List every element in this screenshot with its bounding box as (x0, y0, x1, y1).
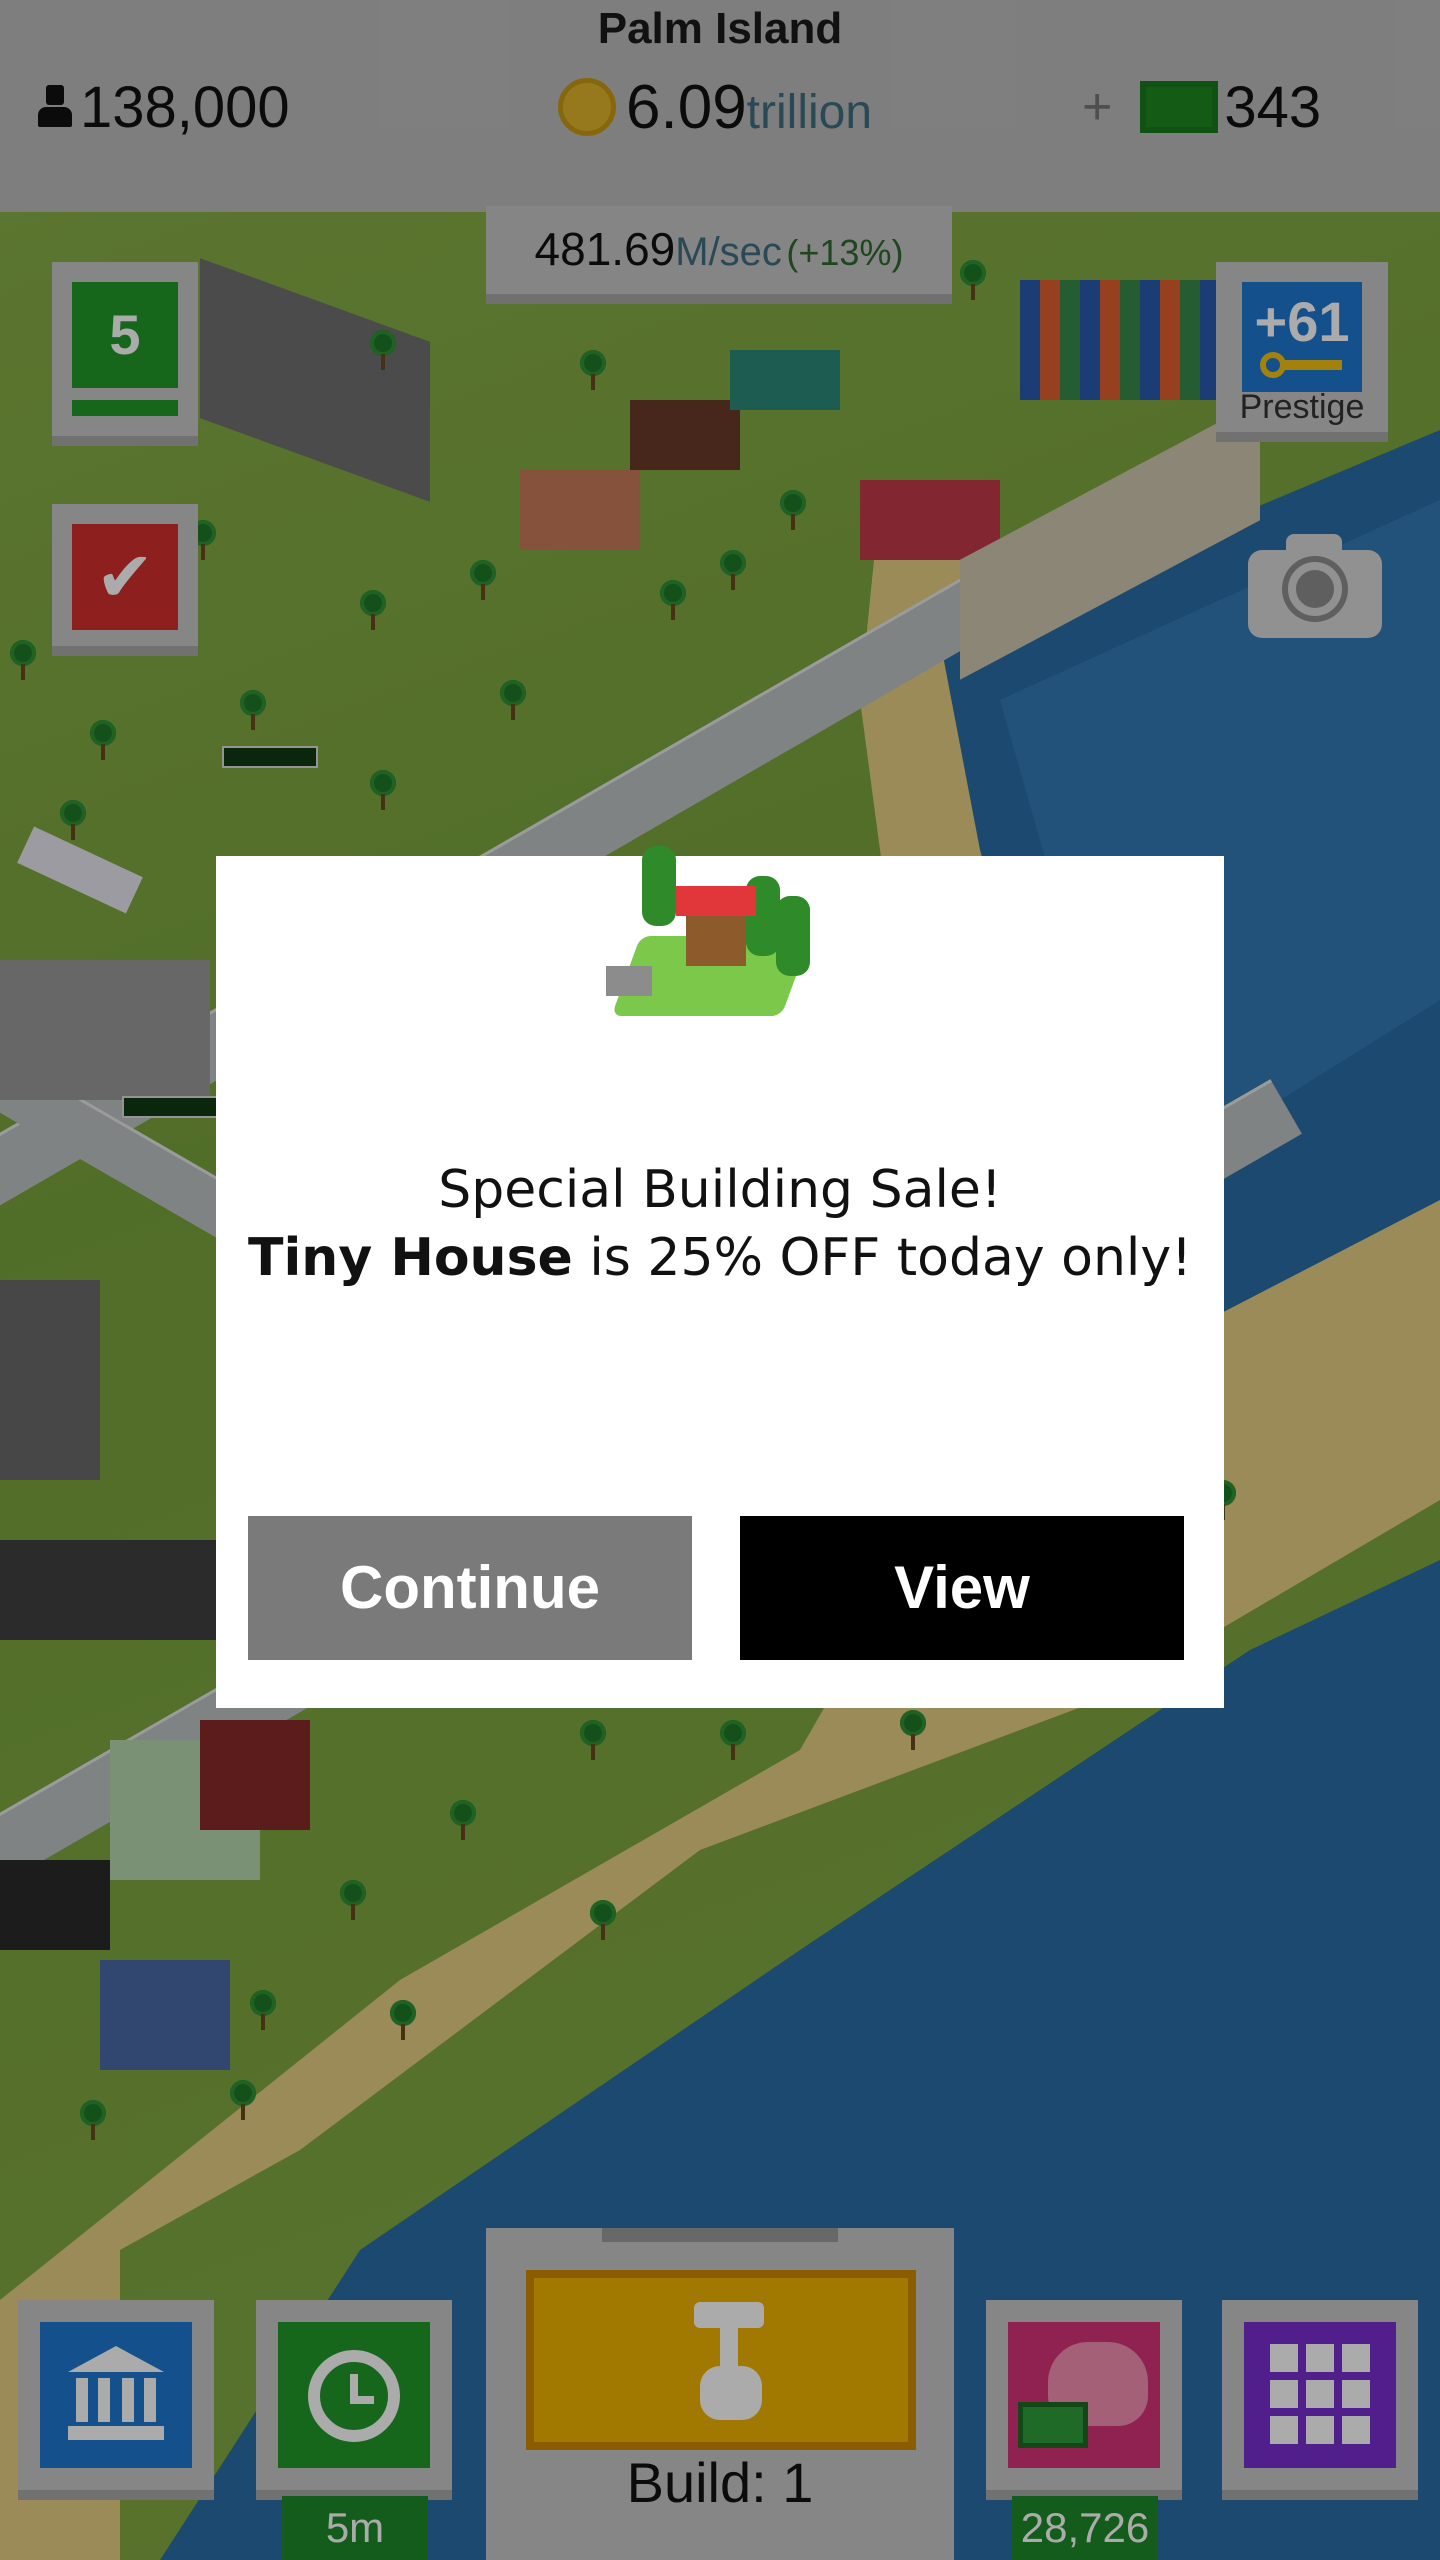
sale-dialog: Special Building Sale! Tiny House is 25%… (216, 846, 1224, 1708)
tiny-house-icon (606, 836, 836, 1036)
sale-message: Special Building Sale! Tiny House is 25%… (216, 1156, 1224, 1292)
continue-button[interactable]: Continue (248, 1516, 692, 1660)
sale-detail: Tiny House is 25% OFF today only! (216, 1224, 1224, 1292)
building-name: Tiny House (248, 1228, 573, 1288)
sale-detail-text: is 25% OFF today only! (572, 1228, 1192, 1288)
view-button[interactable]: View (740, 1516, 1184, 1660)
sale-title: Special Building Sale! (438, 1160, 1002, 1220)
